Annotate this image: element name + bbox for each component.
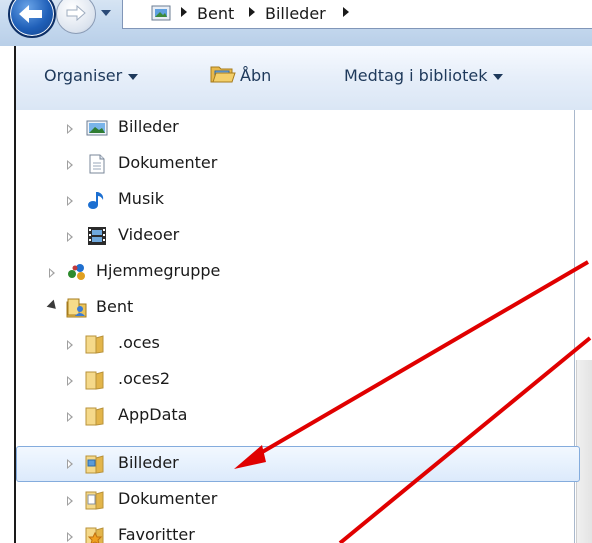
expand-arrow-icon[interactable] [67,376,73,386]
organise-menu-button[interactable]: Organiser [44,66,139,85]
pictures-library-icon [86,120,108,136]
open-folder-icon[interactable] [210,62,236,84]
user-folder-icon [66,298,87,318]
breadcrumb-bent[interactable]: Bent [197,4,234,23]
film-strip-icon [88,227,106,245]
homegroup-icon [68,264,85,280]
expand-arrow-icon[interactable] [67,160,73,170]
command-bar: Organiser Åbn Medtag i bibliotek [14,46,592,111]
expand-arrow-icon[interactable] [67,459,73,469]
tree-item-label: .oces [118,333,160,352]
pictures-folder-icon [85,455,104,474]
collapse-arrow-icon[interactable] [46,299,60,313]
favorites-folder-icon [85,527,104,543]
address-bar[interactable]: Bent Billeder [122,0,592,29]
open-button[interactable]: Åbn [240,66,271,85]
include-in-library-label: Medtag i bibliotek [344,66,488,85]
forward-button[interactable] [56,0,96,34]
expand-arrow-icon[interactable] [67,496,73,506]
pictures-library-icon [151,5,171,21]
recent-pages-dropdown-icon[interactable] [100,8,112,18]
expand-arrow-icon[interactable] [67,196,73,206]
tree-item-label: Billeder [118,453,179,472]
tree-item-folder-oces[interactable]: .oces [16,326,581,362]
tree-item-folder-oces2[interactable]: .oces2 [16,362,581,398]
organise-label: Organiser [44,66,123,85]
expand-arrow-icon[interactable] [67,412,73,422]
tree-item-user-bent[interactable]: Bent [16,290,581,326]
tree-item-label: Musik [118,189,164,208]
breadcrumb-separator-icon[interactable] [247,6,257,18]
tree-item-homegroup[interactable]: Hjemmegruppe [16,254,581,290]
dropdown-arrow-icon [493,73,504,80]
include-in-library-button[interactable]: Medtag i bibliotek [344,66,504,85]
tree-item-label: Hjemmegruppe [96,261,221,280]
tree-item-library-musik[interactable]: Musik [16,182,581,218]
back-button[interactable] [8,0,56,38]
tree-item-library-billeder[interactable]: Billeder [16,110,581,146]
tree-item-folder-favoritter[interactable]: Favoritter [16,518,581,543]
expand-arrow-icon[interactable] [67,532,73,542]
back-arrow-icon [19,5,42,23]
tree-item-library-videoer[interactable]: Videoer [16,218,581,254]
folder-icon [85,371,104,390]
expand-arrow-icon[interactable] [67,340,73,350]
breadcrumb-separator-icon[interactable] [179,6,189,18]
tree-item-folder-billeder-selected[interactable]: Billeder [16,446,580,482]
title-bar: Bent Billeder [0,0,592,46]
explorer-window: Bent Billeder Organiser Åbn Medtag i bib… [0,0,592,543]
tree-item-label: AppData [118,405,188,424]
tree-item-folder-appdata[interactable]: AppData [16,398,581,434]
folder-icon [85,407,104,426]
documents-folder-icon [85,491,104,510]
tree-item-label: Favoritter [118,525,195,543]
tree-item-label: Bent [96,297,134,316]
documents-library-icon [89,154,105,174]
expand-arrow-icon[interactable] [67,232,73,242]
forward-arrow-icon [66,5,86,21]
music-note-icon [88,192,104,209]
breadcrumb-separator-icon[interactable] [341,6,351,18]
folder-icon [85,335,104,354]
tree-item-label: Billeder [118,117,179,136]
tree-item-label: .oces2 [118,369,171,388]
expand-arrow-icon[interactable] [49,268,55,278]
dropdown-arrow-icon [128,73,139,80]
tree-item-library-dokumenter[interactable]: Dokumenter [16,146,581,182]
tree-item-label: Dokumenter [118,153,218,172]
breadcrumb-billeder[interactable]: Billeder [265,4,326,23]
tree-item-label: Videoer [118,225,180,244]
tree-item-label: Dokumenter [118,489,218,508]
tree-item-folder-dokumenter[interactable]: Dokumenter [16,482,581,518]
expand-arrow-icon[interactable] [67,124,73,134]
